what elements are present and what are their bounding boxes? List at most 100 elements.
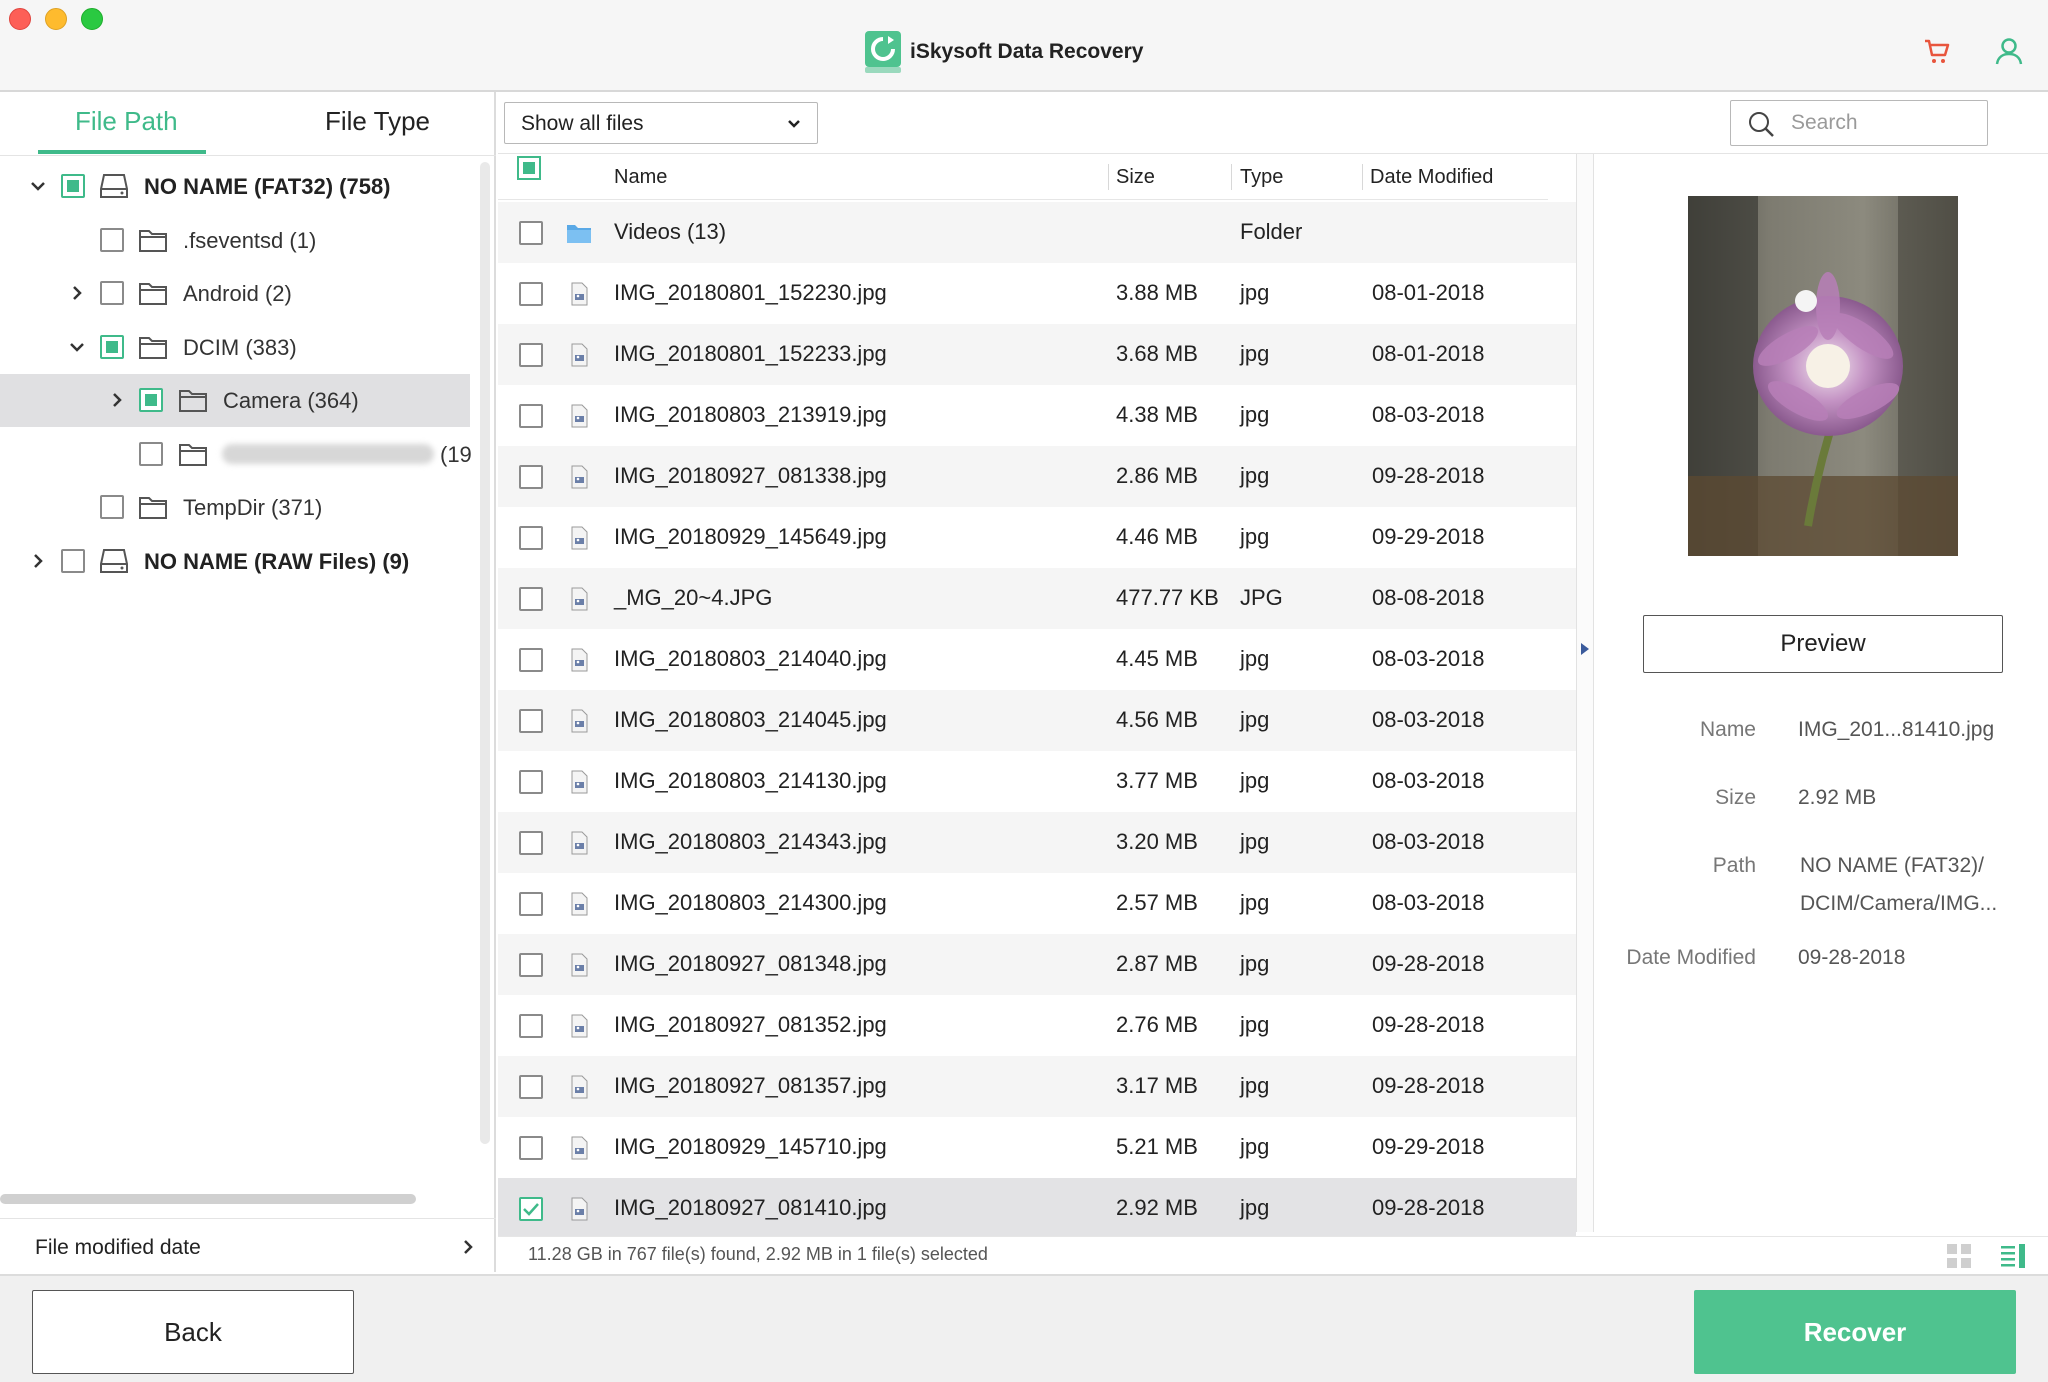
image-file-icon [571, 709, 588, 733]
table-row[interactable]: _MG_20~4.JPG 477.77 KB JPG 08-08-2018 [498, 568, 1576, 629]
tree-checkbox[interactable] [100, 228, 124, 252]
file-filter-dropdown[interactable]: Show all files [504, 102, 818, 144]
tab-file-path[interactable]: File Path [75, 106, 178, 142]
table-row[interactable]: IMG_20180803_213919.jpg 4.38 MB jpg 08-03-2… [498, 385, 1576, 446]
table-row[interactable]: IMG_20180803_214045.jpg 4.56 MB jpg 08-03-2… [498, 690, 1576, 751]
title-bar: iSkysoft Data Recovery [0, 0, 2048, 92]
image-file-icon [571, 404, 588, 428]
chevron-down-icon[interactable] [28, 176, 48, 196]
row-checkbox[interactable] [519, 831, 543, 855]
collapse-preview-arrow-icon[interactable] [1578, 640, 1592, 658]
table-row[interactable]: IMG_20180803_214300.jpg 2.57 MB jpg 08-03-2… [498, 873, 1576, 934]
tree-checkbox[interactable] [100, 495, 124, 519]
row-checkbox[interactable] [519, 404, 543, 428]
recover-button[interactable]: Recover [1694, 1290, 2016, 1374]
row-checkbox[interactable] [519, 465, 543, 489]
tree-horizontal-scrollbar[interactable] [0, 1194, 416, 1204]
tree-checkbox[interactable] [61, 549, 85, 573]
tree-item-blurred-folder[interactable]: (19 [0, 428, 472, 481]
tree-checkbox[interactable] [61, 174, 85, 198]
file-size: 3.17 MB [1116, 1073, 1198, 1098]
row-checkbox[interactable] [519, 953, 543, 977]
table-row[interactable]: IMG_20180929_145710.jpg 5.21 MB jpg 09-29-2… [498, 1117, 1576, 1178]
table-row[interactable]: IMG_20180927_081410.jpg 2.92 MB jpg 09-28-2… [498, 1178, 1576, 1239]
file-name: IMG_20180929_145710.jpg [614, 1134, 887, 1159]
image-file-icon [571, 648, 588, 672]
window-close-button[interactable] [9, 8, 31, 30]
table-row[interactable]: IMG_20180929_145649.jpg 4.46 MB jpg 09-29-2… [498, 507, 1576, 568]
file-name: IMG_20180803_214300.jpg [614, 890, 887, 915]
row-checkbox[interactable] [519, 892, 543, 916]
tree-item-dcim[interactable]: DCIM (383) [0, 321, 470, 374]
tree-item-fseventsd[interactable]: .fseventsd (1) [0, 214, 470, 267]
tree-checkbox[interactable] [139, 442, 163, 466]
row-checkbox[interactable] [519, 770, 543, 794]
row-checkbox[interactable] [519, 1197, 543, 1221]
chevron-right-icon[interactable] [28, 551, 48, 571]
file-size: 2.86 MB [1116, 463, 1198, 488]
table-row[interactable]: IMG_20180803_214040.jpg 4.45 MB jpg 08-03-2… [498, 629, 1576, 690]
row-checkbox[interactable] [519, 221, 543, 245]
file-date-modified: 08-01-2018 [1372, 280, 1485, 305]
image-file-icon [571, 526, 588, 550]
column-header-type[interactable]: Type [1240, 166, 1283, 189]
tree-item-camera[interactable]: Camera (364) [0, 374, 470, 427]
tree-checkbox[interactable] [100, 335, 124, 359]
chevron-right-icon[interactable] [107, 390, 127, 410]
table-row[interactable]: IMG_20180803_214343.jpg 3.20 MB jpg 08-03-2… [498, 812, 1576, 873]
detail-value-date-modified: 09-28-2018 [1798, 946, 1906, 969]
file-modified-date-filter[interactable]: File modified date [0, 1218, 496, 1276]
file-size: 4.56 MB [1116, 707, 1198, 732]
window-minimize-button[interactable] [45, 8, 67, 30]
tree-item-tempdir[interactable]: TempDir (371) [0, 481, 470, 534]
tree-item-android[interactable]: Android (2) [0, 267, 470, 320]
table-row[interactable]: IMG_20180927_081338.jpg 2.86 MB jpg 09-28-2… [498, 446, 1576, 507]
cart-icon[interactable] [1922, 36, 1952, 66]
tab-file-type[interactable]: File Type [325, 106, 430, 142]
chevron-down-icon[interactable] [67, 337, 87, 357]
row-checkbox[interactable] [519, 1136, 543, 1160]
row-checkbox[interactable] [519, 343, 543, 367]
image-file-icon [571, 587, 588, 611]
file-list-scrollbar[interactable] [1576, 154, 1594, 1232]
file-type: jpg [1240, 890, 1270, 915]
search-box[interactable] [1730, 100, 1988, 146]
tree-item-no-name-fat32[interactable]: NO NAME (FAT32) (758) [0, 160, 470, 213]
window-zoom-button[interactable] [81, 8, 103, 30]
tree-checkbox[interactable] [139, 388, 163, 412]
tree-vertical-scrollbar[interactable] [480, 162, 490, 1144]
tree-item-label: Camera (364) [223, 388, 359, 413]
table-row[interactable]: Videos (13) Folder [498, 202, 1576, 263]
table-row[interactable]: IMG_20180801_152230.jpg 3.88 MB jpg 08-01-2… [498, 263, 1576, 324]
table-row[interactable]: IMG_20180927_081352.jpg 2.76 MB jpg 09-28-2… [498, 995, 1576, 1056]
tree-item-no-name-raw[interactable]: NO NAME (RAW Files) (9) [0, 535, 470, 588]
file-size: 4.38 MB [1116, 402, 1198, 427]
chevron-right-icon[interactable] [67, 283, 87, 303]
table-row[interactable]: IMG_20180927_081348.jpg 2.87 MB jpg 09-28-2… [498, 934, 1576, 995]
user-account-icon[interactable] [1994, 36, 2024, 66]
grid-view-icon[interactable] [1946, 1243, 1972, 1269]
tree-checkbox[interactable] [100, 281, 124, 305]
row-checkbox[interactable] [519, 526, 543, 550]
search-input[interactable] [1791, 109, 1971, 137]
table-row[interactable]: IMG_20180801_152233.jpg 3.68 MB jpg 08-01-2… [498, 324, 1576, 385]
row-checkbox[interactable] [519, 1075, 543, 1099]
select-all-checkbox[interactable] [517, 156, 541, 180]
file-list-toolbar: Show all files [498, 92, 2048, 154]
table-row[interactable]: IMG_20180803_214130.jpg 3.77 MB jpg 08-03-2… [498, 751, 1576, 812]
list-view-icon[interactable] [2000, 1243, 2026, 1269]
row-checkbox[interactable] [519, 282, 543, 306]
file-type: jpg [1240, 1073, 1270, 1098]
row-checkbox[interactable] [519, 648, 543, 672]
back-button[interactable]: Back [32, 1290, 354, 1374]
row-checkbox[interactable] [519, 587, 543, 611]
preview-button[interactable]: Preview [1643, 615, 2003, 673]
row-checkbox[interactable] [519, 709, 543, 733]
column-header-name[interactable]: Name [614, 166, 667, 189]
image-file-icon [571, 770, 588, 794]
table-row[interactable]: IMG_20180927_081357.jpg 3.17 MB jpg 09-28-2… [498, 1056, 1576, 1117]
column-header-size[interactable]: Size [1116, 166, 1155, 189]
file-date-modified: 08-01-2018 [1372, 341, 1485, 366]
row-checkbox[interactable] [519, 1014, 543, 1038]
column-header-date-modified[interactable]: Date Modified [1370, 166, 1493, 189]
